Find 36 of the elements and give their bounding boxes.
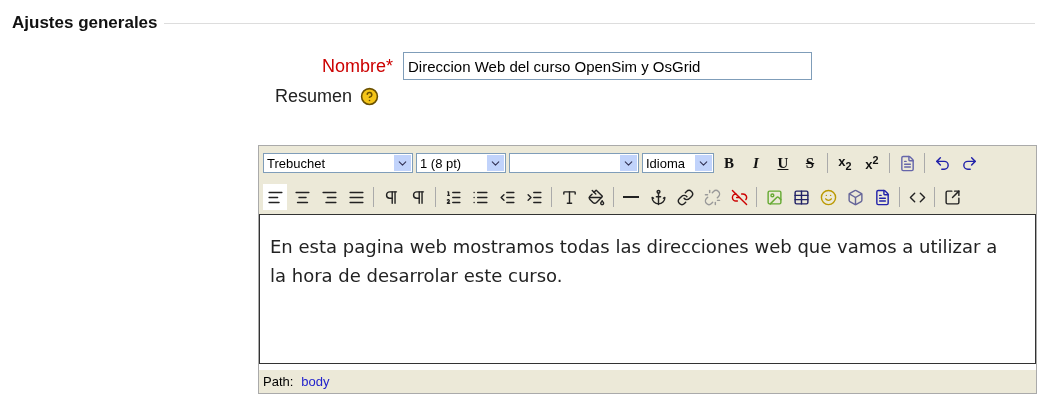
name-input[interactable]: Direccion Web del curso OpenSim y OsGrid (403, 52, 812, 80)
dropdown[interactable]: Idioma (642, 153, 714, 173)
undo-icon (933, 154, 951, 172)
dropdown[interactable] (509, 153, 639, 173)
redo-icon (960, 154, 978, 172)
align-left-button[interactable] (263, 184, 287, 210)
remove-link-icon (730, 188, 748, 206)
fullscreen-icon (943, 188, 961, 206)
name-label: Nombre* (320, 55, 394, 77)
table-icon (792, 188, 810, 206)
format-button[interactable]: U (771, 150, 795, 176)
document-icon (898, 154, 916, 172)
paint-bucket-icon (587, 188, 605, 206)
dropdown[interactable]: 1 (8 pt) (416, 153, 506, 173)
horizontal-rule-icon (623, 196, 639, 198)
format-button[interactable]: I (744, 150, 768, 176)
smiley-icon (819, 188, 837, 206)
format-button[interactable]: S (798, 150, 822, 176)
format-button[interactable]: B (717, 150, 741, 176)
unlink-icon (703, 188, 721, 206)
paste-icon (873, 188, 891, 206)
cube-icon (846, 188, 864, 206)
text-color-icon (560, 188, 578, 206)
numbered-list-icon (444, 188, 462, 206)
link-icon (676, 188, 694, 206)
section-title: Ajustes generales (12, 13, 158, 33)
image-icon (765, 188, 783, 206)
path-link[interactable]: body (301, 374, 330, 389)
script-button[interactable]: x$^{2}$ (860, 150, 884, 176)
summary-label: Resumen (275, 86, 353, 107)
dropdown[interactable]: Trebuchet (263, 153, 413, 173)
script-button[interactable]: x$_{2}$ (833, 150, 857, 176)
path-label: Path: (263, 374, 294, 389)
anchor-icon (649, 188, 667, 206)
help-icon[interactable] (360, 87, 380, 106)
editor-content[interactable]: En esta pagina web mostramos todas las direcciones web que vamos a utilizar a la hora de desarrolar este curso. (259, 214, 1036, 364)
